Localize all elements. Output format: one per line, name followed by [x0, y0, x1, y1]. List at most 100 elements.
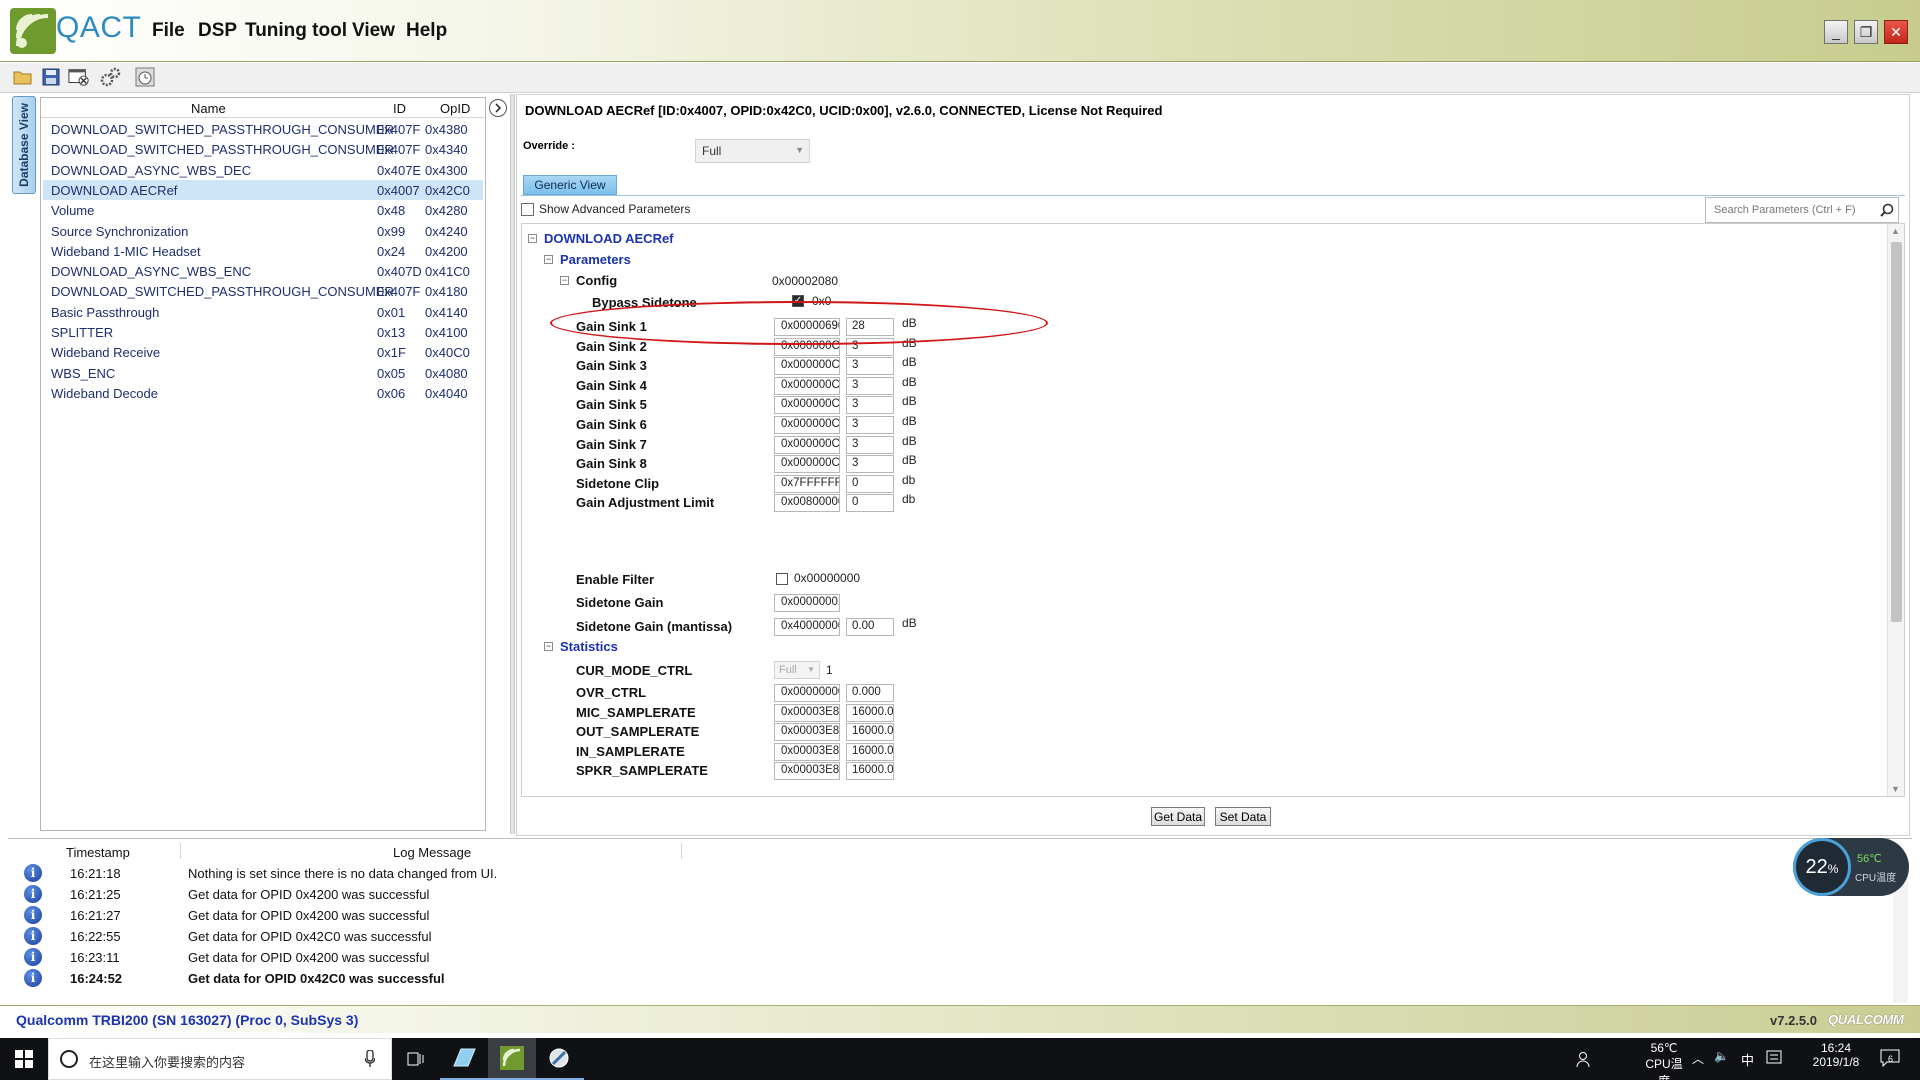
microphone-icon[interactable]	[365, 1050, 375, 1068]
scroll-down-icon[interactable]: ▼	[1891, 784, 1900, 794]
gain-sink-5-hex-input[interactable]: 0x000000CF	[774, 396, 840, 415]
module-row[interactable]: DOWNLOAD_SWITCHED_PASSTHROUGH_CONSUMER 0x…	[43, 281, 483, 301]
timer-icon[interactable]	[134, 66, 156, 88]
in-samplerate-value-input[interactable]: 16000.0(	[846, 742, 894, 761]
gain-sink-8-value-input[interactable]: 3	[846, 455, 894, 474]
log-row[interactable]: i 16:24:52 Get data for OPID 0x42C0 was su…	[8, 968, 1888, 989]
spkr-samplerate-value-input[interactable]: 16000.0(	[846, 762, 894, 781]
sidetone-clip-hex-input[interactable]: 0x7FFFFFFF	[774, 474, 840, 493]
log-row[interactable]: i 16:21:18 Nothing is set since there is n…	[8, 863, 1888, 884]
parameters-group-label[interactable]: Parameters	[560, 252, 631, 267]
menu-view[interactable]: View	[352, 20, 395, 42]
taskbar-app-tool-icon[interactable]	[536, 1038, 584, 1080]
gain-sink-3-hex-input[interactable]: 0x000000CF	[774, 357, 840, 376]
log-row[interactable]: i 16:21:25 Get data for OPID 0x4200 was su…	[8, 884, 1888, 905]
sidetone-clip-value-input[interactable]: 0	[846, 474, 894, 493]
column-header-name[interactable]: Name	[191, 101, 226, 116]
gain-sink-2-hex-input[interactable]: 0x000000CF	[774, 337, 840, 356]
menu-file[interactable]: File	[152, 20, 185, 42]
task-view-icon[interactable]	[392, 1038, 440, 1080]
get-data-button[interactable]: Get Data	[1151, 807, 1205, 826]
spkr-samplerate-hex-input[interactable]: 0x00003E80	[774, 762, 840, 781]
scroll-up-icon[interactable]: ▲	[1891, 226, 1900, 236]
volume-icon[interactable]: 🔈	[1714, 1049, 1729, 1063]
gain-sink-6-hex-input[interactable]: 0x000000CF	[774, 416, 840, 434]
restore-button[interactable]: ❐	[1854, 20, 1878, 44]
module-row[interactable]: DOWNLOAD_SWITCHED_PASSTHROUGH_CONSUMER 0x…	[43, 119, 483, 139]
ime-mode-icon[interactable]	[1766, 1049, 1782, 1068]
tray-cpu-temp[interactable]: 56℃ CPU温度	[1640, 1041, 1688, 1080]
open-folder-icon[interactable]	[12, 66, 34, 88]
search-parameters-input[interactable]: Search Parameters (Ctrl + F)	[1705, 197, 1899, 223]
set-data-button[interactable]: Set Data	[1215, 807, 1271, 826]
save-icon[interactable]	[40, 66, 62, 88]
scrollbar-thumb[interactable]	[1891, 242, 1902, 622]
statistics-group-label[interactable]: Statistics	[560, 639, 618, 654]
database-view-tab[interactable]: Database View	[12, 96, 36, 194]
collapse-root-icon[interactable]: −	[528, 234, 537, 243]
gain-sink-8-hex-input[interactable]: 0x000000CF	[774, 455, 840, 474]
gain-sink-2-value-input[interactable]: 3	[846, 337, 894, 356]
taskbar-app-explorer-icon[interactable]	[440, 1038, 488, 1080]
in-samplerate-hex-input[interactable]: 0x00003E80	[774, 742, 840, 761]
ovr-ctrl-value-input[interactable]: 0.000	[846, 684, 894, 702]
search-icon[interactable]	[1880, 203, 1894, 217]
out-samplerate-value-input[interactable]: 16000.0(	[846, 723, 894, 742]
gain-sink-7-value-input[interactable]: 3	[846, 435, 894, 454]
gain-sink-7-hex-input[interactable]: 0x000000CF	[774, 435, 840, 454]
cur-mode-ctrl-dropdown[interactable]: Full ▼	[774, 661, 820, 679]
log-header-message[interactable]: Log Message	[393, 845, 471, 860]
sidetone-gain-hex-input[interactable]: 0x00000001	[774, 594, 840, 612]
gain-adjustment-limit-hex-input[interactable]: 0x00800000	[774, 494, 840, 513]
taskbar-search-input[interactable]: 在这里输入你要搜索的内容	[48, 1038, 392, 1080]
ovr-ctrl-hex-input[interactable]: 0x00000000	[774, 684, 840, 702]
disconnect-icon[interactable]	[68, 66, 90, 88]
module-row[interactable]: Wideband Receive 0x1F 0x40C0	[43, 342, 483, 362]
show-hidden-icons-icon[interactable]: ︿	[1692, 1050, 1704, 1067]
menu-tuning-tool[interactable]: Tuning tool	[245, 20, 347, 42]
module-row[interactable]: DOWNLOAD_ASYNC_WBS_ENC 0x407D 0x41C0	[43, 261, 483, 281]
menu-dsp[interactable]: DSP	[198, 20, 237, 42]
taskbar-app-qact-icon[interactable]	[488, 1038, 536, 1080]
module-row[interactable]: SPLITTER 0x13 0x4100	[43, 322, 483, 342]
module-row[interactable]: Basic Passthrough 0x01 0x4140	[43, 302, 483, 322]
log-row[interactable]: i 16:22:55 Get data for OPID 0x42C0 was su…	[8, 926, 1888, 947]
people-icon[interactable]	[1576, 1050, 1594, 1071]
module-row[interactable]: Wideband Decode 0x06 0x4040	[43, 383, 483, 403]
log-row[interactable]: i 16:21:27 Get data for OPID 0x4200 was su…	[8, 905, 1888, 926]
tree-root-label[interactable]: DOWNLOAD AECRef	[544, 231, 674, 246]
collapse-statistics-icon[interactable]: −	[544, 642, 553, 651]
ime-indicator[interactable]: 中	[1741, 1050, 1754, 1069]
minimize-button[interactable]: _	[1824, 20, 1848, 44]
enable-filter-checkbox[interactable]	[776, 573, 788, 585]
gain-sink-4-hex-input[interactable]: 0x000000CF	[774, 376, 840, 395]
tab-generic-view[interactable]: Generic View	[523, 175, 617, 195]
panel-splitter[interactable]	[510, 94, 515, 834]
column-header-id[interactable]: ID	[393, 101, 406, 116]
clock[interactable]: 16:24 2019/1/8	[1808, 1041, 1864, 1069]
mic-samplerate-value-input[interactable]: 16000.0(	[846, 703, 894, 722]
collapse-config-icon[interactable]: −	[560, 276, 569, 285]
override-dropdown[interactable]: Full ▼	[695, 139, 810, 163]
menu-help[interactable]: Help	[406, 20, 447, 42]
bypass-sidetone-checkbox[interactable]: ✓	[792, 295, 804, 307]
windows-start-icon[interactable]	[0, 1038, 48, 1080]
log-header-timestamp[interactable]: Timestamp	[66, 845, 130, 860]
gain-sink-4-value-input[interactable]: 3	[846, 376, 894, 395]
sidetone-gain-mantissa-hex-input[interactable]: 0x40000000	[774, 618, 840, 636]
show-advanced-checkbox[interactable]	[521, 203, 534, 216]
gain-adjustment-limit-value-input[interactable]: 0	[846, 494, 894, 513]
vertical-scrollbar[interactable]: ▲ ▼	[1887, 224, 1904, 796]
gain-sink-1-hex-input[interactable]: 0x00000690	[774, 318, 840, 336]
module-row[interactable]: DOWNLOAD AECRef 0x4007 0x42C0	[43, 179, 483, 200]
module-row[interactable]: WBS_ENC 0x05 0x4080	[43, 363, 483, 383]
log-row[interactable]: i 16:23:11 Get data for OPID 0x4200 was su…	[8, 947, 1888, 968]
module-row[interactable]: Source Synchronization 0x99 0x4240	[43, 221, 483, 241]
gain-sink-1-value-input[interactable]: 28	[846, 318, 894, 336]
close-button[interactable]: ✕	[1884, 20, 1908, 44]
gain-sink-6-value-input[interactable]: 3	[846, 416, 894, 434]
module-row[interactable]: Wideband 1-MIC Headset 0x24 0x4200	[43, 241, 483, 261]
module-row[interactable]: DOWNLOAD_ASYNC_WBS_DEC 0x407E 0x4300	[43, 160, 483, 180]
out-samplerate-hex-input[interactable]: 0x00003E80	[774, 723, 840, 742]
gain-sink-3-value-input[interactable]: 3	[846, 357, 894, 376]
